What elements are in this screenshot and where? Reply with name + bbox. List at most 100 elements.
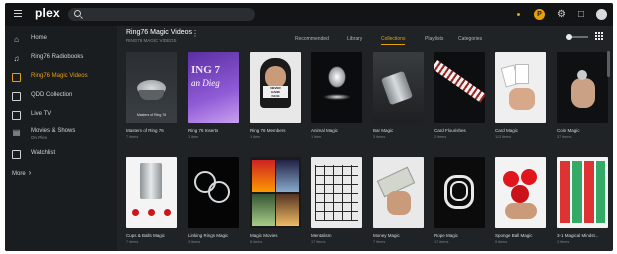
sidebar-item-live-tv[interactable]: Live TV <box>5 108 117 124</box>
collection-title[interactable]: Magic Movies <box>250 233 302 238</box>
poster-size-slider[interactable] <box>566 34 588 40</box>
collection-item-count: 17 items <box>434 240 449 244</box>
sidebar: ⌂ Home ♫ Ring76 Radiobooks Ring76 Magic … <box>5 26 117 251</box>
sidebar-item-label: Ring76 Magic Videos <box>31 73 88 79</box>
topbar-actions: P ⚙ □ <box>516 7 607 22</box>
collection-title[interactable]: Ring 76 Inserts <box>188 128 240 133</box>
slider-knob[interactable] <box>566 34 572 40</box>
collection-poster[interactable]: Masters of Ring 76 <box>126 52 177 123</box>
tab-recommended[interactable]: Recommended <box>295 36 329 42</box>
sidebar-item-label: Live TV <box>31 111 52 117</box>
collection-item-count: 7 items <box>373 240 386 244</box>
activity-indicator[interactable] <box>516 7 522 22</box>
library-subtitle: RING76 MAGIC VIDEOS <box>126 38 177 43</box>
sidebar-item-sublabel: On Plex <box>31 135 48 140</box>
sidebar-item-label: Watchlist <box>31 150 56 156</box>
sidebar-item-home[interactable]: ⌂ Home <box>5 32 117 48</box>
user-avatar[interactable] <box>596 9 607 20</box>
sidebar-item-label: Movies & Shows <box>31 128 76 134</box>
collection-item-count: 7 items <box>126 240 139 244</box>
poster-caption: Masters of Ring 76 <box>136 113 167 117</box>
grid-view-icon[interactable] <box>595 32 603 40</box>
collection-poster[interactable] <box>373 52 424 123</box>
collection-poster[interactable] <box>434 157 485 228</box>
more-button[interactable]: More › <box>12 168 31 177</box>
collection-item-count: 17 items <box>311 240 326 244</box>
collection-title[interactable]: Ring 76 Members <box>250 128 302 133</box>
collection-item-count: 5 items <box>495 240 508 244</box>
collection-poster[interactable] <box>434 52 485 123</box>
top-bar: plex P ⚙ □ <box>5 3 613 26</box>
collection-title[interactable]: Card Flourishes <box>434 128 486 133</box>
collection-poster[interactable] <box>557 52 608 123</box>
collection-item-count: 2 items <box>434 135 447 139</box>
video-icon <box>12 92 21 101</box>
collection-title[interactable]: Coin Magic <box>557 128 609 133</box>
collection-title[interactable]: Rope Magic <box>434 233 486 238</box>
collection-item-count: 113 items <box>495 135 512 139</box>
sidebar-item-watchlist[interactable]: Watchlist <box>5 147 117 163</box>
collection-poster[interactable] <box>126 157 177 228</box>
cast-icon[interactable]: □ <box>578 7 584 22</box>
bookmark-icon <box>12 150 21 159</box>
collection-poster[interactable]: ING 7 an Dieg <box>188 52 239 123</box>
settings-icon[interactable]: ⚙ <box>557 7 566 22</box>
home-icon: ⌂ <box>14 35 19 44</box>
sidebar-item-radiobooks[interactable]: ♫ Ring76 Radiobooks <box>5 51 117 67</box>
collection-poster[interactable] <box>311 157 362 228</box>
collection-item-count: 3 items <box>188 240 201 244</box>
collection-poster[interactable] <box>188 157 239 228</box>
chevron-right-icon: › <box>28 168 32 177</box>
search-box[interactable] <box>68 8 255 21</box>
collection-item-count: 1 item <box>311 135 322 139</box>
sidebar-item-label: QDD Collection <box>31 92 73 98</box>
film-icon: ▤ <box>12 128 21 137</box>
collection-poster[interactable] <box>250 157 301 228</box>
sidebar-item-label: Ring76 Radiobooks <box>31 54 84 60</box>
menu-icon[interactable] <box>14 10 22 18</box>
search-icon <box>74 10 81 17</box>
more-options-icon[interactable]: ⋮ <box>191 30 199 38</box>
collection-title[interactable]: 3-1 Magical Mindst... <box>557 233 609 238</box>
collection-title[interactable]: Masters of Ring 76 <box>126 128 178 133</box>
collection-title[interactable]: Bar Magic <box>373 128 425 133</box>
collection-item-count: 1 item <box>188 135 199 139</box>
sidebar-item-magic-videos[interactable]: Ring76 Magic Videos <box>5 70 117 86</box>
premium-icon[interactable]: P <box>533 9 545 20</box>
tv-icon <box>12 111 21 120</box>
library-title: Ring76 Magic Videos <box>126 29 193 36</box>
collection-poster[interactable]: NEVER HAND FACE <box>250 52 301 123</box>
tab-library[interactable]: Library <box>347 36 362 42</box>
collection-poster[interactable] <box>557 157 608 228</box>
collection-title[interactable]: Money Magic <box>373 233 425 238</box>
collection-item-count: 7 items <box>126 135 139 139</box>
sidebar-item-movies-shows[interactable]: ▤ Movies & Shows On Plex <box>5 125 117 145</box>
plex-window: plex P ⚙ □ ⌂ Home ♫ Ring76 Radiobooks Ri… <box>5 3 613 251</box>
music-icon: ♫ <box>13 54 20 63</box>
more-label: More <box>12 171 26 177</box>
sidebar-item-qdd-collection[interactable]: QDD Collection <box>5 89 117 105</box>
collection-title[interactable]: Sponge Ball Magic <box>495 233 547 238</box>
collection-title[interactable]: Mentalism <box>311 233 363 238</box>
search-input[interactable] <box>84 9 249 20</box>
collection-poster[interactable] <box>495 52 546 123</box>
collection-title[interactable]: Linking Rings Magic <box>188 233 240 238</box>
plex-logo[interactable]: plex <box>35 6 60 20</box>
collection-item-count: 8 items <box>250 240 263 244</box>
tab-playlists[interactable]: Playlists <box>425 36 443 42</box>
collection-item-count: 1 item <box>250 135 261 139</box>
collection-item-count: 3 items <box>373 135 386 139</box>
tab-categories[interactable]: Categories <box>458 36 482 42</box>
collection-item-count: 3 items <box>557 240 570 244</box>
collection-poster[interactable] <box>311 52 362 123</box>
scrollbar[interactable] <box>607 51 610 77</box>
collection-poster[interactable] <box>373 157 424 228</box>
tab-collections[interactable]: Collections <box>381 36 406 45</box>
collection-title[interactable]: Cups & Balls Magic <box>126 233 178 238</box>
activity-dot-icon <box>516 12 520 16</box>
collection-poster[interactable] <box>495 157 546 228</box>
sidebar-item-label: Home <box>31 35 48 41</box>
video-icon <box>12 73 21 82</box>
collection-title[interactable]: Card Magic <box>495 128 547 133</box>
collection-title[interactable]: Animal Magic <box>311 128 363 133</box>
